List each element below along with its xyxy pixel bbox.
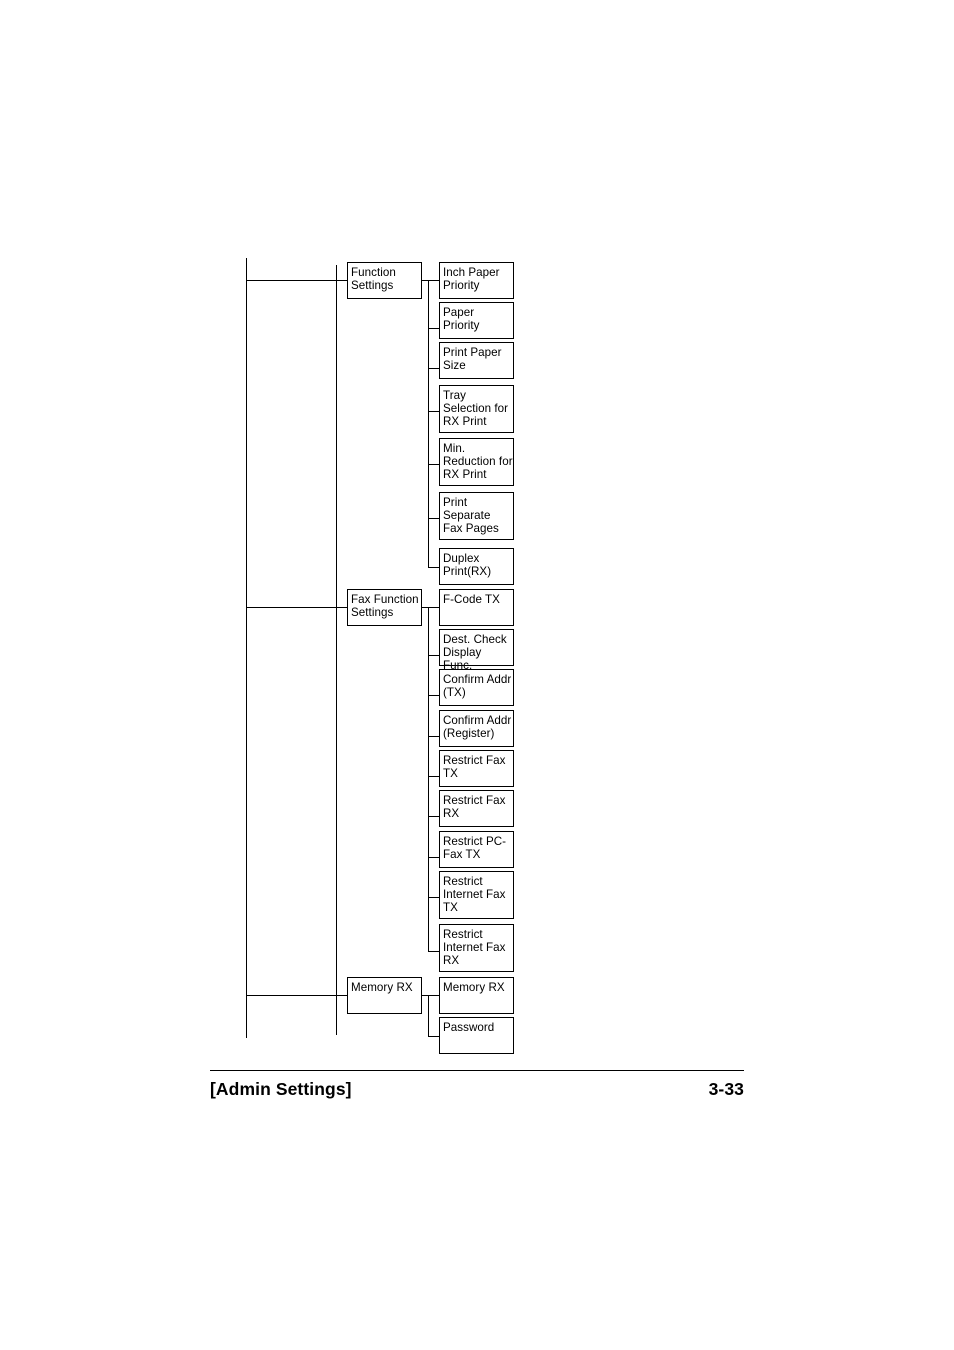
node-memory-rx-child[interactable]: Memory RX: [439, 977, 514, 1014]
node-restrict-fax-rx[interactable]: Restrict Fax RX: [439, 790, 514, 827]
stub-restrict-pc-fax-tx: [428, 857, 439, 858]
node-f-code-tx[interactable]: F-Code TX: [439, 589, 514, 626]
node-memory-rx[interactable]: Memory RX: [347, 977, 422, 1014]
stub-restrict-internet-fax-rx: [428, 951, 439, 952]
node-min-reduction-for-rx-print[interactable]: Min. Reduction for RX Print: [439, 438, 514, 486]
stub-paper-priority: [428, 328, 439, 329]
stub-f-code-tx: [428, 607, 439, 608]
node-restrict-fax-tx[interactable]: Restrict Fax TX: [439, 750, 514, 787]
footer-row: [Admin Settings] 3-33: [210, 1079, 744, 1100]
branch-spine-memory-rx: [428, 995, 429, 1036]
node-restrict-internet-fax-tx[interactable]: Restrict Internet Fax TX: [439, 871, 514, 919]
node-paper-priority[interactable]: Paper Priority: [439, 302, 514, 339]
stub-confirm-addr-tx: [428, 695, 439, 696]
trunk-spine-level1: [246, 258, 247, 1038]
connector-level1-fax-function-settings: [246, 607, 336, 608]
page-footer: [Admin Settings] 3-33: [210, 1070, 744, 1100]
node-tray-selection-for-rx-print[interactable]: Tray Selection for RX Print: [439, 385, 514, 433]
node-inch-paper-priority[interactable]: Inch Paper Priority: [439, 262, 514, 299]
node-restrict-pc-fax-tx[interactable]: Restrict PC-Fax TX: [439, 831, 514, 868]
stub-print-paper-size: [428, 368, 439, 369]
node-confirm-addr-register[interactable]: Confirm Addr (Register): [439, 710, 514, 747]
node-print-separate-fax-pages[interactable]: Print Separate Fax Pages: [439, 492, 514, 540]
node-fax-function-settings[interactable]: Fax Function Settings: [347, 589, 422, 626]
branch-spine-function-settings: [428, 280, 429, 567]
stub-print-separate-fax-pages: [428, 518, 439, 519]
node-restrict-internet-fax-rx[interactable]: Restrict Internet Fax RX: [439, 924, 514, 972]
stub-inch-paper-priority: [428, 280, 439, 281]
stub-min-reduction-for-rx-print: [428, 464, 439, 465]
connector-level1-function-settings: [246, 280, 336, 281]
node-confirm-addr-tx[interactable]: Confirm Addr (TX): [439, 669, 514, 706]
stub-tray-selection-for-rx-print: [428, 411, 439, 412]
footer-page-number: 3-33: [708, 1079, 744, 1099]
stub-dest-check-display-func: [428, 655, 439, 656]
node-password[interactable]: Password: [439, 1017, 514, 1054]
stub-restrict-fax-rx: [428, 816, 439, 817]
stub-duplex-print-rx: [428, 567, 439, 568]
stub-restrict-fax-tx: [428, 776, 439, 777]
connector-level1-memory-rx: [246, 995, 336, 996]
footer-section-label: [Admin Settings]: [210, 1079, 352, 1099]
footer-rule: [210, 1070, 744, 1071]
node-duplex-print-rx[interactable]: Duplex Print(RX): [439, 548, 514, 585]
node-dest-check-display-func[interactable]: Dest. Check Display Func.: [439, 629, 514, 672]
trunk-spine-level2: [336, 265, 337, 1035]
branch-spine-fax-function-settings: [428, 607, 429, 951]
stub-password: [428, 1036, 439, 1037]
stub-confirm-addr-register: [428, 736, 439, 737]
stub-memory-rx-child: [428, 995, 439, 996]
stub-restrict-internet-fax-tx: [428, 897, 439, 898]
node-print-paper-size[interactable]: Print Paper Size: [439, 342, 514, 379]
menu-tree-diagram: Function Settings Fax Function Settings …: [0, 0, 954, 1060]
node-function-settings[interactable]: Function Settings: [347, 262, 422, 299]
